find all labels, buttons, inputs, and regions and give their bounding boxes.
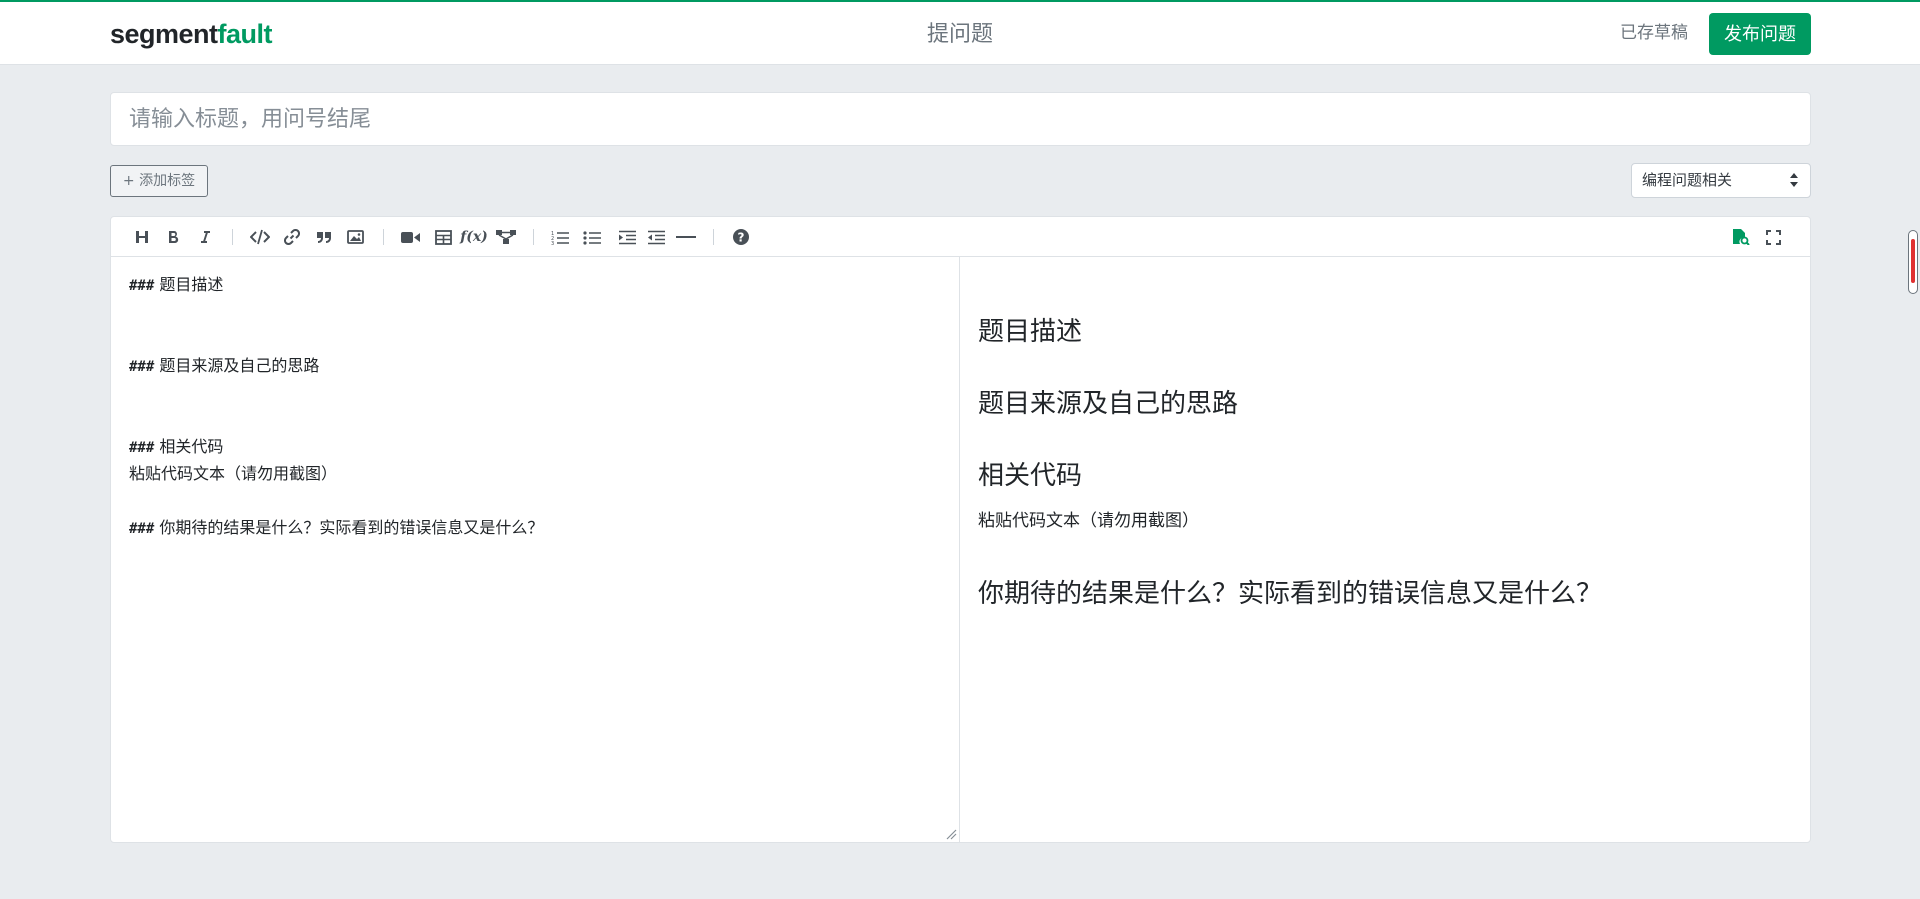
unordered-list-icon[interactable] — [581, 226, 603, 248]
site-logo[interactable]: segmentfault — [110, 18, 273, 50]
quote-icon[interactable] — [313, 226, 335, 248]
editor-toolbar: f(x) 123 ? — [111, 217, 1810, 257]
top-navbar: segmentfault 提问题 已存草稿 发布问题 — [0, 0, 1920, 65]
image-icon[interactable] — [344, 226, 366, 248]
page-scrollbar[interactable] — [1908, 230, 1918, 294]
publish-question-button[interactable]: 发布问题 — [1709, 13, 1811, 55]
link-icon[interactable] — [281, 226, 303, 248]
markdown-source-textarea[interactable]: ### 题目描述 ### 题目来源及自己的思路 ### 相关代码 粘贴代码文本（… — [111, 257, 959, 842]
preview-heading: 相关代码 — [978, 461, 1083, 491]
flowchart-icon[interactable] — [495, 226, 517, 248]
source-line: ### 题目来源及自己的思路 — [129, 356, 320, 375]
draft-status: 已存草稿 — [1620, 23, 1688, 43]
add-tag-button[interactable]: + 添加标签 — [110, 165, 208, 197]
resize-grip-icon[interactable] — [945, 828, 957, 840]
source-line: 粘贴代码文本（请勿用截图） — [129, 464, 338, 483]
preview-heading: 题目描述 — [978, 317, 1083, 347]
category-select[interactable]: 编程问题相关 — [1631, 163, 1811, 198]
horizontal-rule-icon[interactable] — [675, 226, 697, 248]
question-title-input[interactable] — [110, 92, 1811, 146]
formula-icon[interactable]: f(x) — [460, 226, 488, 248]
logo-text-segment: segment — [110, 19, 218, 49]
help-icon[interactable]: ? — [730, 226, 752, 248]
toolbar-separator — [533, 229, 534, 245]
preview-paragraph: 粘贴代码文本（请勿用截图） — [978, 511, 1199, 531]
logo-text-fault: fault — [217, 19, 273, 49]
outdent-icon[interactable] — [645, 226, 667, 248]
markdown-editor: f(x) 123 ? ### 题目描述 ### 题目来源及自己的思路 ### 相… — [110, 216, 1811, 843]
toolbar-separator — [713, 229, 714, 245]
fullscreen-icon[interactable] — [1762, 226, 1784, 248]
sort-caret-icon — [1790, 173, 1798, 187]
bold-icon[interactable] — [162, 226, 184, 248]
video-icon[interactable] — [399, 226, 421, 248]
toolbar-separator — [232, 229, 233, 245]
ordered-list-icon[interactable]: 123 — [549, 226, 571, 248]
toolbar-separator — [383, 229, 384, 245]
scrollbar-thumb-fill — [1911, 239, 1915, 283]
preview-heading: 你期待的结果是什么？实际看到的错误信息又是什么？ — [978, 579, 1603, 609]
table-icon[interactable] — [432, 226, 454, 248]
indent-icon[interactable] — [616, 226, 638, 248]
source-line: ### 题目描述 — [129, 275, 224, 294]
svg-text:?: ? — [738, 231, 745, 245]
source-line: ### 相关代码 — [129, 437, 224, 456]
preview-heading: 题目来源及自己的思路 — [978, 389, 1239, 419]
heading-icon[interactable] — [131, 226, 153, 248]
markdown-preview: 题目描述 题目来源及自己的思路 相关代码 粘贴代码文本（请勿用截图） 你期待的结… — [960, 257, 1810, 842]
source-line: ### 你期待的结果是什么？实际看到的错误信息又是什么？ — [129, 518, 544, 537]
italic-icon[interactable] — [194, 226, 216, 248]
preview-toggle-icon[interactable] — [1730, 226, 1752, 248]
code-icon[interactable] — [249, 226, 271, 248]
category-selected-value: 编程问题相关 — [1642, 171, 1733, 189]
svg-text:3: 3 — [551, 241, 554, 245]
